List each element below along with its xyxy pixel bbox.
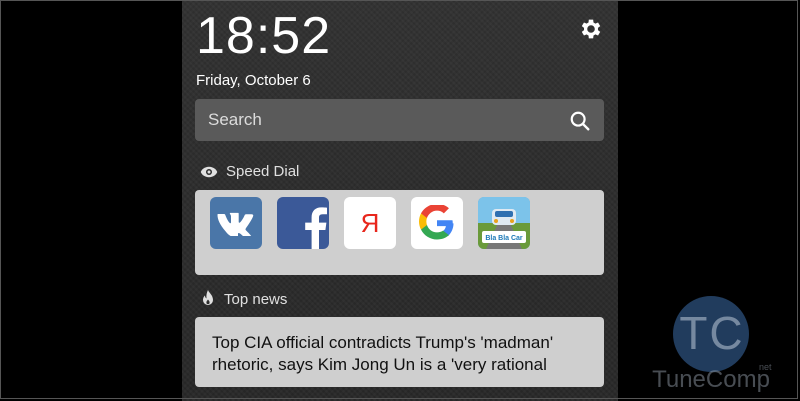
svg-text:Bla Bla Car: Bla Bla Car <box>485 235 523 242</box>
watermark-suffix: net <box>759 362 772 372</box>
gear-icon[interactable] <box>578 16 604 42</box>
svg-text:Я: Я <box>361 208 380 238</box>
facebook-icon <box>305 207 327 249</box>
tunecomp-watermark: TC TuneComp net <box>651 296 772 396</box>
search-input[interactable] <box>195 99 604 141</box>
speed-dial-vk[interactable] <box>210 197 262 249</box>
watermark-logo-text: TC <box>679 307 745 359</box>
watermark-brand: TuneComp <box>652 366 770 393</box>
flame-icon <box>203 290 213 305</box>
eye-icon <box>200 166 218 177</box>
search-icon[interactable] <box>569 110 591 132</box>
speed-dial-header: Speed Dial <box>200 163 299 180</box>
lock-screen: 18:52 Friday, October 6 Speed Dial <box>182 0 618 401</box>
clock-date: Friday, October 6 <box>196 72 311 89</box>
speed-dial-blablacar[interactable]: Bla Bla Car <box>478 197 530 249</box>
vk-icon <box>217 212 254 236</box>
top-news-header: Top news <box>200 290 287 308</box>
google-icon <box>419 205 454 240</box>
news-card[interactable]: Top CIA official contradicts Trump's 'ma… <box>195 317 604 387</box>
speed-dial-title: Speed Dial <box>226 163 300 180</box>
speed-dial-yandex[interactable]: Я <box>344 197 396 249</box>
clock-time: 18:52 <box>196 7 332 65</box>
yandex-icon: Я <box>361 208 380 238</box>
blablacar-icon: Bla Bla Car <box>478 197 530 249</box>
speed-dial-card: Я Bla Bla Car <box>195 190 604 275</box>
news-headline[interactable]: Top CIA official contradicts Trump's 'ma… <box>212 332 597 376</box>
speed-dial-facebook[interactable] <box>277 197 329 249</box>
top-news-title: Top news <box>224 290 288 308</box>
speed-dial-google[interactable] <box>411 197 463 249</box>
